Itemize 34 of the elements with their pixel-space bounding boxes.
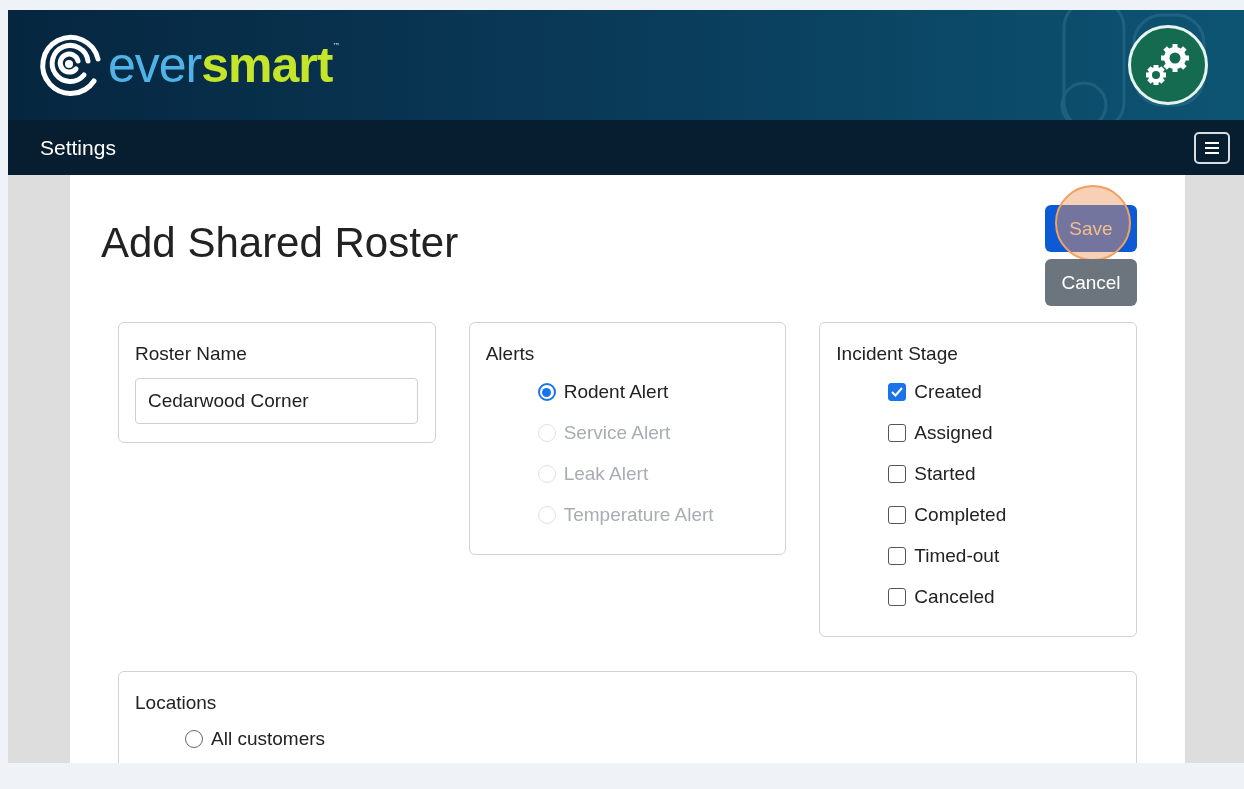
trademark-mark: ™ xyxy=(332,42,341,51)
option-label: Completed xyxy=(914,503,1007,527)
page-title: Add Shared Roster xyxy=(101,219,459,267)
checkbox[interactable] xyxy=(888,383,907,401)
group-label: Locations xyxy=(135,692,218,714)
option-label: Canceled xyxy=(914,585,995,609)
option-label: Assigned xyxy=(914,421,993,445)
menu-button[interactable] xyxy=(1194,131,1230,164)
checkbox[interactable] xyxy=(888,588,907,606)
option-label: Created xyxy=(914,380,982,404)
checkbox[interactable] xyxy=(888,547,907,565)
checkbox[interactable] xyxy=(888,506,907,524)
page-section-title: Settings xyxy=(40,135,116,160)
save-button[interactable]: Save xyxy=(1045,205,1137,252)
group-label: Alerts xyxy=(485,343,536,365)
cancel-button[interactable]: Cancel xyxy=(1045,259,1137,306)
logo-text-bold: smart xyxy=(201,36,333,94)
roster-name-field[interactable]: Cedarwood Corner xyxy=(135,378,418,424)
logo-text: ever xyxy=(108,36,202,94)
field-label: Roster Name xyxy=(135,343,248,365)
option-label: Temperature Alert xyxy=(563,503,714,527)
menu-icon xyxy=(1205,141,1219,154)
checkbox[interactable] xyxy=(888,465,907,483)
option-label: Timed-out xyxy=(914,544,1000,568)
checkbox[interactable] xyxy=(888,424,907,442)
group-label: Incident Stage xyxy=(836,343,959,365)
radio-button[interactable] xyxy=(537,383,556,401)
settings-button[interactable] xyxy=(1128,25,1208,105)
radio-button[interactable] xyxy=(185,730,203,748)
option-label: Started xyxy=(914,462,976,486)
option-label: Service Alert xyxy=(563,421,671,445)
option-label: Rodent Alert xyxy=(563,380,669,404)
option-label: Leak Alert xyxy=(563,462,649,486)
option-label: All customers xyxy=(211,727,326,751)
